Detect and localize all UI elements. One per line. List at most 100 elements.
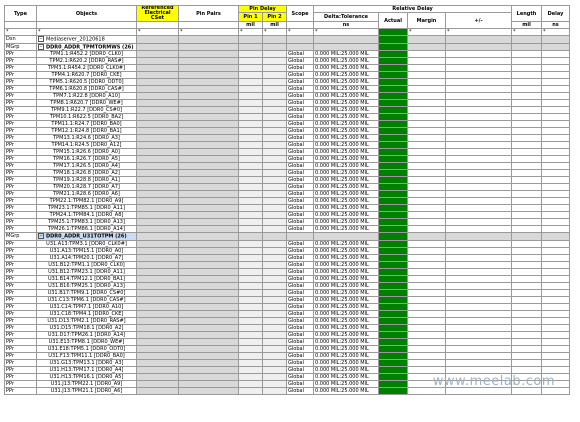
pin-pairs-cell[interactable]: [178, 372, 239, 381]
delta-tolerance-cell[interactable]: 0.000 MIL:25.000 MIL: [313, 64, 380, 72]
pin2-delay-cell[interactable]: [261, 218, 288, 226]
referenced-cset-cell[interactable]: [136, 148, 179, 156]
referenced-cset-cell[interactable]: [136, 127, 179, 135]
pin1-delay-cell[interactable]: [238, 358, 263, 367]
collapse-toggle-icon[interactable]: −: [38, 36, 44, 42]
scope-cell[interactable]: Global: [286, 141, 315, 149]
pin1-delay-cell[interactable]: [238, 85, 263, 93]
pin-pair-row[interactable]: PPr U31.B12:TPM1.1 [DDR0_CLK0] Global 0.000…: [4, 260, 571, 269]
match-group-row[interactable]: MGrp − DDR0_ADDR_U31TOTPM (26): [4, 232, 571, 241]
pin1-delay-cell[interactable]: [238, 386, 263, 395]
pin-pairs-cell[interactable]: [178, 106, 239, 114]
delta-tolerance-cell[interactable]: 0.000 MIL:25.000 MIL: [313, 379, 380, 388]
pin2-delay-cell[interactable]: [261, 113, 288, 121]
pin-pairs-cell[interactable]: [178, 386, 239, 395]
scope-cell[interactable]: Global: [286, 197, 315, 205]
scope-cell[interactable]: Global: [286, 386, 315, 395]
pin-pairs-cell[interactable]: [178, 344, 239, 353]
pin2-delay-cell[interactable]: [261, 253, 288, 262]
referenced-cset-cell[interactable]: [136, 134, 179, 142]
pin-pair-row[interactable]: PPr TPM1.1:R452.2 [DDR0_CLK0] Global 0.000 …: [4, 50, 571, 58]
pin1-delay-cell[interactable]: [238, 253, 263, 262]
pin2-delay-cell[interactable]: [261, 344, 288, 353]
scope-cell[interactable]: Global: [286, 316, 315, 325]
pin1-delay-cell[interactable]: [238, 169, 263, 177]
pin2-delay-cell[interactable]: [261, 260, 288, 269]
pin-pair-row[interactable]: PPr U31.D17:TPM26.1 [DDR0_A14] Global 0.000…: [4, 330, 571, 339]
pin1-delay-cell[interactable]: [238, 337, 263, 346]
pin2-delay-cell[interactable]: [261, 85, 288, 93]
pin2-delay-cell[interactable]: [261, 372, 288, 381]
referenced-cset-cell[interactable]: [136, 218, 179, 226]
pin-pair-row[interactable]: PPr TPM25.1:TPM83.1 [DDR0_A13] Global 0.000…: [4, 218, 571, 226]
pin-pairs-cell[interactable]: [178, 120, 239, 128]
pin1-delay-cell[interactable]: [238, 281, 263, 290]
pin-pairs-cell[interactable]: [178, 225, 239, 233]
pin-pair-row[interactable]: PPr U31.C13:TPM6.1 [DDR0_CAS#] Global 0.000…: [4, 295, 571, 304]
filter-cell-actual[interactable]: [378, 28, 409, 36]
scope-cell[interactable]: Global: [286, 274, 315, 283]
referenced-cset-cell[interactable]: [136, 190, 179, 198]
scope-cell[interactable]: Global: [286, 302, 315, 311]
pin2-delay-cell[interactable]: [261, 239, 288, 248]
group-cell[interactable]: [407, 232, 447, 241]
pin-pair-row[interactable]: PPr U31.D15:TPM18.1 [DDR0_A2] Global 0.000 …: [4, 323, 571, 332]
col-header-relative-delay[interactable]: Relative Delay: [313, 5, 513, 13]
referenced-cset-cell[interactable]: [136, 365, 179, 374]
scope-cell[interactable]: Global: [286, 190, 315, 198]
referenced-cset-cell[interactable]: [136, 99, 179, 107]
pin2-delay-cell[interactable]: [261, 106, 288, 114]
pin1-delay-cell[interactable]: [238, 365, 263, 374]
pin-pair-row[interactable]: PPr TPM15.1:R26.6 [DDR0_A0] Global 0.000 MI…: [4, 148, 571, 156]
referenced-cset-cell[interactable]: [136, 309, 179, 318]
pin-pair-row[interactable]: PPr U31.C18:TPM4.1 [DDR0_CKE] Global 0.000 …: [4, 309, 571, 318]
pin1-delay-cell[interactable]: [238, 351, 263, 360]
referenced-cset-cell[interactable]: [136, 176, 179, 184]
scope-cell[interactable]: Global: [286, 176, 315, 184]
pin2-delay-cell[interactable]: [261, 134, 288, 142]
pin2-delay-cell[interactable]: [261, 190, 288, 198]
pin-pairs-cell[interactable]: [178, 218, 239, 226]
referenced-cset-cell[interactable]: [136, 372, 179, 381]
col-header-plusminus[interactable]: +/-: [445, 12, 513, 29]
pin-pair-row[interactable]: PPr TPM19.1:R28.8 [DDR0_A1] Global 0.000 MI…: [4, 176, 571, 184]
delta-tolerance-cell[interactable]: 0.000 MIL:25.000 MIL: [313, 85, 380, 93]
group-cell[interactable]: [178, 232, 239, 241]
pin-pairs-cell[interactable]: [178, 358, 239, 367]
pin-pairs-cell[interactable]: [178, 204, 239, 212]
scope-cell[interactable]: Global: [286, 169, 315, 177]
referenced-cset-cell[interactable]: [136, 358, 179, 367]
scope-cell[interactable]: Global: [286, 239, 315, 248]
pin-pairs-cell[interactable]: [178, 365, 239, 374]
scope-cell[interactable]: Global: [286, 113, 315, 121]
delta-tolerance-cell[interactable]: 0.000 MIL:25.000 MIL: [313, 253, 380, 262]
pin1-delay-cell[interactable]: [238, 127, 263, 135]
referenced-cset-cell[interactable]: [136, 50, 179, 58]
filter-cell[interactable]: *: [261, 28, 288, 36]
filter-cell[interactable]: *: [36, 28, 137, 36]
pin-pair-row[interactable]: PPr U31.E13:TPM8.1 [DDR0_WE#] Global 0.000 …: [4, 337, 571, 346]
referenced-cset-cell[interactable]: [136, 120, 179, 128]
pin-pair-row[interactable]: PPr TPM9.1:R22.7 [DDR0_CS#0] Global 0.000 M…: [4, 106, 571, 114]
pin-pair-row[interactable]: PPr U31.E18:TPM5.1 [DDR0_ODT0] Global 0.000…: [4, 344, 571, 353]
pin-pairs-cell[interactable]: [178, 113, 239, 121]
delta-tolerance-cell[interactable]: 0.000 MIL:25.000 MIL: [313, 50, 380, 58]
pin2-delay-cell[interactable]: [261, 162, 288, 170]
pin1-delay-cell[interactable]: [238, 106, 263, 114]
pin2-delay-cell[interactable]: [261, 176, 288, 184]
pin-pairs-cell[interactable]: [178, 337, 239, 346]
scope-cell[interactable]: Global: [286, 295, 315, 304]
pin1-delay-cell[interactable]: [238, 330, 263, 339]
filter-cell[interactable]: *: [511, 28, 543, 36]
filter-cell[interactable]: *: [313, 28, 380, 36]
referenced-cset-cell[interactable]: [136, 78, 179, 86]
pin-pair-row[interactable]: PPr U31.B17:TPM9.1 [DDR0_CS#0] Global 0.000…: [4, 288, 571, 297]
pin2-delay-cell[interactable]: [261, 71, 288, 79]
pin2-delay-cell[interactable]: [261, 246, 288, 255]
group-cell[interactable]: [286, 42, 315, 51]
filter-cell[interactable]: *: [407, 28, 447, 36]
delta-tolerance-cell[interactable]: 0.000 MIL:25.000 MIL: [313, 267, 380, 276]
delta-tolerance-cell[interactable]: 0.000 MIL:25.000 MIL: [313, 323, 380, 332]
pin1-delay-cell[interactable]: [238, 204, 263, 212]
delta-tolerance-cell[interactable]: 0.000 MIL:25.000 MIL: [313, 246, 380, 255]
